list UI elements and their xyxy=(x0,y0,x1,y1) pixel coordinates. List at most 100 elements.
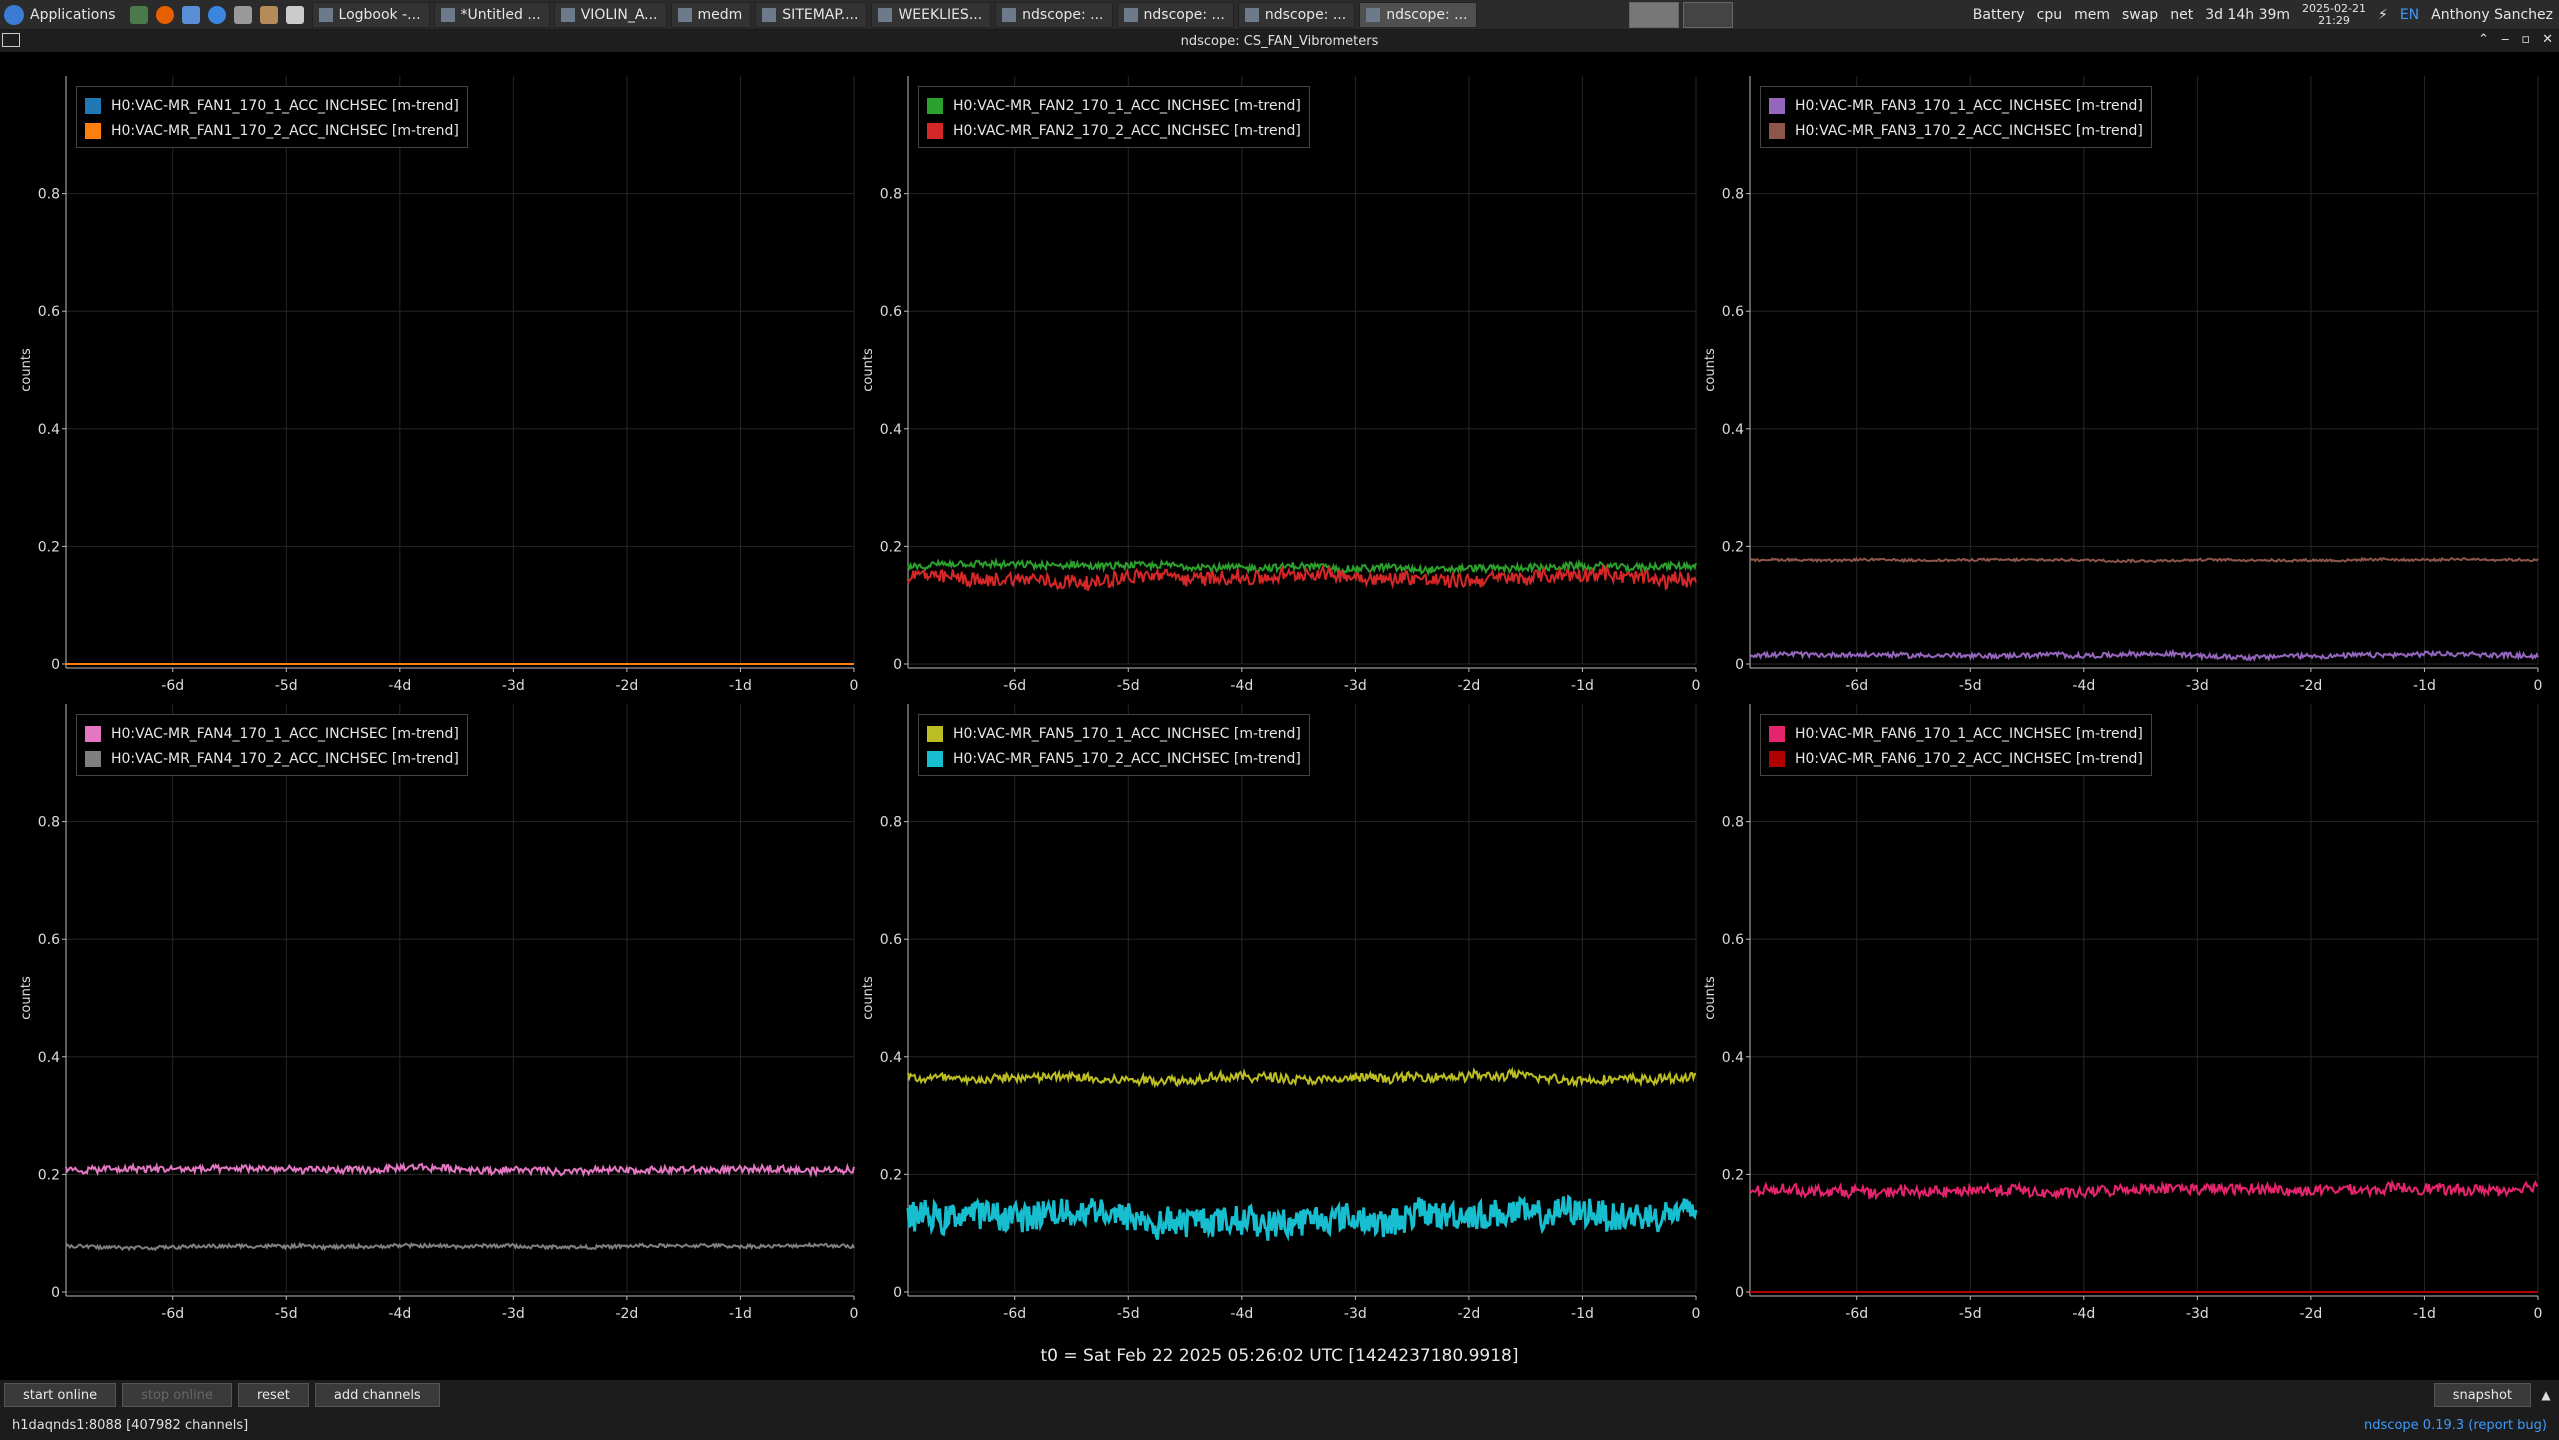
y-tick-label: 0.4 xyxy=(38,422,60,438)
task-label: WEEKLIES... xyxy=(898,6,983,23)
window-title: ndscope: CS_FAN_Vibrometers xyxy=(1180,33,1379,49)
task-label: ndscope: ... xyxy=(1386,6,1468,23)
folder-icon[interactable] xyxy=(181,5,200,24)
legend-label: H0:VAC-MR_FAN4_170_1_ACC_INCHSEC [m-tren… xyxy=(111,725,459,742)
x-tick-label: -6d xyxy=(161,678,184,694)
uptime: 3d 14h 39m xyxy=(2205,6,2291,23)
cpu-monitor[interactable]: cpu xyxy=(2037,7,2062,23)
task-button[interactable]: medm xyxy=(670,1,752,28)
plot-legend[interactable]: H0:VAC-MR_FAN2_170_1_ACC_INCHSEC [m-tren… xyxy=(918,86,1310,148)
applications-menu[interactable]: Applications xyxy=(0,0,124,29)
workspace-2[interactable] xyxy=(1682,1,1733,28)
editor-icon[interactable] xyxy=(285,5,304,24)
y-tick-label: 0.8 xyxy=(38,815,60,831)
legend-entry[interactable]: H0:VAC-MR_FAN2_170_1_ACC_INCHSEC [m-tren… xyxy=(927,93,1301,118)
legend-entry[interactable]: H0:VAC-MR_FAN2_170_2_ACC_INCHSEC [m-tren… xyxy=(927,118,1301,143)
task-button[interactable]: Logbook -... xyxy=(311,1,430,28)
series-line-2 xyxy=(907,563,1697,591)
snapshot-button[interactable]: snapshot xyxy=(2433,1383,2531,1407)
task-button[interactable]: WEEKLIES... xyxy=(871,1,992,28)
collapse-icon[interactable]: ▲ xyxy=(2537,1388,2555,1402)
shade-icon[interactable]: ⌃ xyxy=(2478,32,2489,47)
y-axis-label: counts xyxy=(19,976,34,1020)
legend-entry[interactable]: H0:VAC-MR_FAN1_170_2_ACC_INCHSEC [m-tren… xyxy=(85,118,459,143)
x-tick-label: -4d xyxy=(2072,1306,2095,1322)
plot-area[interactable]: 0 0.2 0.4 0.6 0.8 -6d -5d -4d -3d -2d -1d 0 counts 0 0… xyxy=(0,52,2559,1380)
legend-entry[interactable]: H0:VAC-MR_FAN3_170_2_ACC_INCHSEC [m-tren… xyxy=(1769,118,2143,143)
legend-entry[interactable]: H0:VAC-MR_FAN4_170_2_ACC_INCHSEC [m-tren… xyxy=(85,746,459,771)
version-link[interactable]: ndscope 0.19.3 (report bug) xyxy=(2364,1418,2547,1433)
task-list: Logbook -... *Untitled ... VIOLIN_A... medm… xyxy=(310,0,1479,29)
task-button[interactable]: *Untitled ... xyxy=(433,1,550,28)
plot-legend[interactable]: H0:VAC-MR_FAN3_170_1_ACC_INCHSEC [m-tren… xyxy=(1760,86,2152,148)
firefox-icon[interactable] xyxy=(155,5,174,24)
window-icon xyxy=(677,7,692,22)
window-menu-icon[interactable] xyxy=(2,33,20,47)
y-tick-label: 0.2 xyxy=(880,539,902,555)
battery-monitor[interactable]: Battery xyxy=(1973,7,2025,23)
x-tick-label: -6d xyxy=(1845,678,1868,694)
keyboard-layout[interactable]: EN xyxy=(2400,7,2419,23)
user-menu[interactable]: Anthony Sanchez xyxy=(2431,7,2553,23)
plot-legend[interactable]: H0:VAC-MR_FAN6_170_1_ACC_INCHSEC [m-tren… xyxy=(1760,714,2152,776)
legend-entry[interactable]: H0:VAC-MR_FAN6_170_1_ACC_INCHSEC [m-tren… xyxy=(1769,721,2143,746)
y-axis-label: counts xyxy=(1703,348,1718,392)
x-tick-label: -1d xyxy=(2413,1306,2436,1322)
task-button[interactable]: ndscope: ... xyxy=(1359,1,1477,28)
start-online-button[interactable]: start online xyxy=(4,1383,117,1407)
x-tick-label: -6d xyxy=(1003,1306,1026,1322)
legend-entry[interactable]: H0:VAC-MR_FAN4_170_1_ACC_INCHSEC [m-tren… xyxy=(85,721,459,746)
task-button[interactable]: ndscope: ... xyxy=(1237,1,1356,28)
y-axis-label: counts xyxy=(861,348,876,392)
minimize-icon[interactable]: ‒ xyxy=(2501,32,2509,47)
reset-button[interactable]: reset xyxy=(237,1383,309,1407)
x-tick-label: -3d xyxy=(2186,678,2209,694)
plot-legend[interactable]: H0:VAC-MR_FAN4_170_1_ACC_INCHSEC [m-tren… xyxy=(76,714,468,776)
mem-monitor[interactable]: mem xyxy=(2074,7,2110,23)
legend-swatch xyxy=(927,97,943,114)
x-tick-label: -1d xyxy=(2413,678,2436,694)
x-tick-label: -2d xyxy=(2299,1306,2322,1322)
y-tick-label: 0.6 xyxy=(38,932,60,948)
workspace-1[interactable] xyxy=(1628,1,1679,28)
x-tick-label: -6d xyxy=(1845,1306,1868,1322)
y-tick-label: 0.8 xyxy=(38,187,60,203)
power-icon[interactable]: ⚡ xyxy=(2378,7,2388,23)
legend-entry[interactable]: H0:VAC-MR_FAN1_170_1_ACC_INCHSEC [m-tren… xyxy=(85,93,459,118)
swap-monitor[interactable]: swap xyxy=(2122,7,2158,23)
taskbar: Applications Logbook -... *Untitled ... VI… xyxy=(0,0,2559,30)
x-tick-label: -3d xyxy=(1344,678,1367,694)
browser-icon[interactable] xyxy=(207,5,226,24)
legend-entry[interactable]: H0:VAC-MR_FAN5_170_2_ACC_INCHSEC [m-tren… xyxy=(927,746,1301,771)
task-button[interactable]: VIOLIN_A... xyxy=(553,1,667,28)
series-line-2 xyxy=(65,1241,855,1252)
net-monitor[interactable]: net xyxy=(2170,7,2193,23)
close-icon[interactable]: ✕ xyxy=(2542,32,2553,47)
add-channels-button[interactable]: add channels xyxy=(314,1383,440,1407)
window-icon xyxy=(440,7,455,22)
y-tick-label: 0 xyxy=(893,1285,902,1301)
x-tick-label: -4d xyxy=(388,678,411,694)
legend-swatch xyxy=(85,750,101,767)
y-tick-label: 0.2 xyxy=(880,1167,902,1183)
tools-icon[interactable] xyxy=(259,5,278,24)
y-axis-label: counts xyxy=(1703,976,1718,1020)
task-button[interactable]: ndscope: ... xyxy=(995,1,1113,28)
y-tick-label: 0.6 xyxy=(1722,304,1744,320)
legend-entry[interactable]: H0:VAC-MR_FAN3_170_1_ACC_INCHSEC [m-tren… xyxy=(1769,93,2143,118)
clock[interactable]: 2025-02-21 21:29 xyxy=(2302,2,2366,27)
plot-legend[interactable]: H0:VAC-MR_FAN5_170_1_ACC_INCHSEC [m-tren… xyxy=(918,714,1310,776)
plot-panel-5: 0 0.2 0.4 0.6 0.8 -6d -5d -4d -3d -2d -1d 0 counts xyxy=(861,704,1700,1322)
plot-legend[interactable]: H0:VAC-MR_FAN1_170_1_ACC_INCHSEC [m-tren… xyxy=(76,86,468,148)
share-icon[interactable] xyxy=(233,5,252,24)
window-icon xyxy=(762,7,777,22)
legend-entry[interactable]: H0:VAC-MR_FAN5_170_1_ACC_INCHSEC [m-tren… xyxy=(927,721,1301,746)
launchers xyxy=(124,5,310,24)
task-button[interactable]: SITEMAP.... xyxy=(755,1,868,28)
task-button[interactable]: ndscope: ... xyxy=(1116,1,1234,28)
legend-label: H0:VAC-MR_FAN6_170_1_ACC_INCHSEC [m-tren… xyxy=(1795,725,2143,742)
legend-entry[interactable]: H0:VAC-MR_FAN6_170_2_ACC_INCHSEC [m-tren… xyxy=(1769,746,2143,771)
terminal-icon[interactable] xyxy=(129,5,148,24)
legend-label: H0:VAC-MR_FAN5_170_1_ACC_INCHSEC [m-tren… xyxy=(953,725,1301,742)
maximize-icon[interactable]: ▫ xyxy=(2521,32,2530,47)
